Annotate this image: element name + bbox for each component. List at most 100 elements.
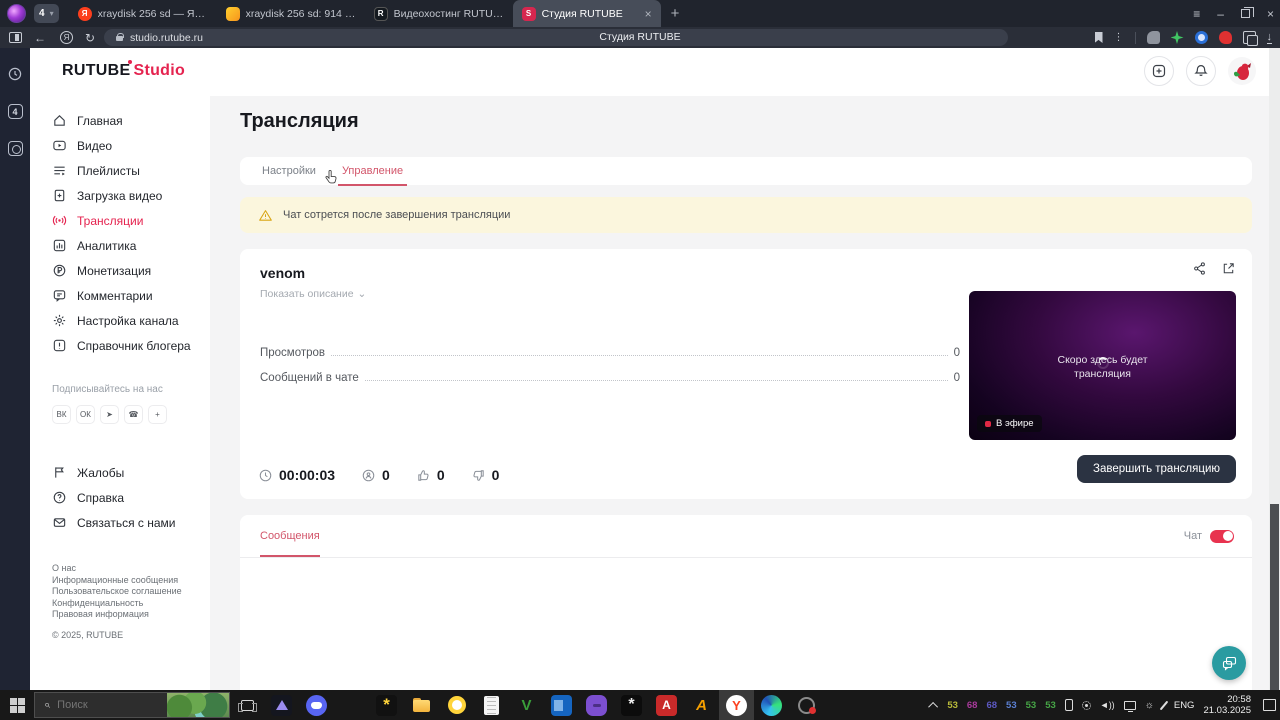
search-box-image[interactable]	[167, 693, 229, 717]
side-panel-icon[interactable]	[9, 32, 22, 43]
app-blue-window[interactable]	[544, 690, 579, 720]
browser-tab-1[interactable]: Я xraydisk 256 sd — Яндекс	[69, 0, 217, 27]
footer-link[interactable]: Конфиденциальность	[52, 598, 210, 609]
app-notepad[interactable]	[474, 690, 509, 720]
create-button[interactable]	[1144, 56, 1174, 86]
more-social-icon[interactable]: +	[148, 405, 167, 424]
tab-messages[interactable]: Сообщения	[260, 515, 320, 557]
notifications-button[interactable]	[1186, 56, 1216, 86]
minimize-icon[interactable]: –	[1217, 7, 1224, 21]
tab-close-icon[interactable]: ×	[645, 7, 652, 21]
browser-menu-icon[interactable]: ≡	[1193, 7, 1200, 21]
app-green-tiles[interactable]	[334, 690, 369, 720]
browser-tab-3[interactable]: R Видеохостинг RUTUBE. О	[365, 0, 513, 27]
ok-icon[interactable]: ОК	[76, 405, 95, 424]
app-recorder[interactable]	[789, 690, 824, 720]
chat-toggle[interactable]	[1210, 529, 1234, 543]
restore-icon[interactable]	[1240, 7, 1254, 18]
sidebar-item-upload[interactable]: Загрузка видео	[52, 183, 210, 208]
back-icon[interactable]: ←	[34, 31, 46, 45]
sidebar-item-contact[interactable]: Связаться с нами	[52, 510, 210, 535]
scrollbar-thumb[interactable]	[1270, 504, 1279, 690]
refresh-icon[interactable]: ↻	[85, 31, 95, 45]
taskbar-search[interactable]: ⌕	[34, 692, 230, 718]
app-file-explorer[interactable]	[404, 690, 439, 720]
app-red-a[interactable]: A	[649, 690, 684, 720]
sidebar-item-analytics[interactable]: Аналитика	[52, 233, 210, 258]
support-chat-fab[interactable]	[1212, 646, 1246, 680]
footer-link[interactable]: О нас	[52, 563, 210, 574]
app-edge[interactable]	[754, 690, 789, 720]
sidebar-item-playlists[interactable]: Плейлисты	[52, 158, 210, 183]
tab-control[interactable]: Управление	[337, 165, 408, 186]
sidebar-item-home[interactable]: Главная	[52, 108, 210, 133]
extension-star-icon[interactable]	[1170, 31, 1184, 44]
bookmark-icon[interactable]	[1094, 32, 1103, 43]
sidebar-item-blogger-guide[interactable]: Справочник блогера	[52, 333, 210, 358]
page-scrollbar[interactable]	[1269, 48, 1280, 690]
app-sun[interactable]: *	[369, 690, 404, 720]
taskbar-clock[interactable]: 20:58 21.03.2025	[1203, 694, 1251, 716]
sidebar-item-broadcasts[interactable]: Трансляции	[52, 208, 210, 233]
tab-groups-icon[interactable]: 4	[7, 104, 23, 119]
app-spider[interactable]: *	[614, 690, 649, 720]
share-icon[interactable]	[1192, 261, 1207, 276]
sun-tray-icon[interactable]: ☼	[1145, 700, 1154, 711]
footer-link[interactable]: Информационные сообщения	[52, 575, 210, 586]
devices-icon[interactable]	[7, 141, 23, 156]
language-indicator[interactable]: ENG	[1174, 700, 1195, 711]
pen-tray-icon[interactable]	[1159, 700, 1169, 710]
rutube-studio-logo[interactable]: RUTUBE Studio	[62, 62, 185, 80]
stream-dislikes[interactable]: 0	[471, 467, 499, 483]
stream-likes[interactable]: 0	[416, 467, 445, 483]
sidebar-item-complaints[interactable]: Жалобы	[52, 460, 210, 485]
browser-tab-active[interactable]: S Студия RUTUBE ×	[512, 0, 661, 27]
new-tab-button[interactable]: +	[671, 5, 680, 22]
extension-blue-icon[interactable]	[1194, 31, 1208, 44]
app-yandex-browser[interactable]: Y	[719, 690, 754, 720]
dotted-leader	[364, 380, 948, 381]
end-broadcast-button[interactable]: Завершить трансляцию	[1077, 455, 1236, 483]
sidebar-item-help[interactable]: Справка	[52, 485, 210, 510]
vk-icon[interactable]: ВК	[52, 405, 71, 424]
app-discord[interactable]	[299, 690, 334, 720]
tray-expand-icon[interactable]	[928, 701, 939, 712]
extension-puzzle-icon[interactable]	[1146, 31, 1160, 44]
app-gamepad[interactable]	[579, 690, 614, 720]
sidebar-item-channel-settings[interactable]: Настройка канала	[52, 308, 210, 333]
tab-counter[interactable]: 4 ▾	[34, 4, 59, 23]
yandex-services-icon[interactable]: Я	[60, 31, 73, 44]
speaker-icon[interactable]: ◄))	[1100, 700, 1115, 710]
brightness-tray-icon[interactable]	[1081, 700, 1091, 710]
extension-tabs-icon[interactable]	[1242, 31, 1258, 46]
sidebar-item-monetization[interactable]: Монетизация	[52, 258, 210, 283]
start-button[interactable]	[0, 690, 34, 720]
display-tray-icon[interactable]	[1123, 700, 1136, 712]
footer-link[interactable]: Пользовательское соглашение	[52, 586, 210, 597]
app-v-green[interactable]: V	[509, 690, 544, 720]
sidebar-item-video[interactable]: Видео	[52, 133, 210, 158]
url-bar[interactable]: studio.rutube.ru	[104, 29, 1008, 46]
tab-settings[interactable]: Настройки	[262, 165, 316, 186]
close-window-icon[interactable]: ×	[1267, 7, 1274, 21]
extension-red-icon[interactable]	[1218, 31, 1232, 44]
app-orange-a[interactable]: A	[684, 690, 719, 720]
download-icon[interactable]: ↓	[1266, 31, 1272, 44]
history-icon[interactable]	[7, 66, 23, 82]
open-external-icon[interactable]	[1221, 261, 1236, 276]
stream-preview[interactable]: Скоро здесь будет трансляция В эфире	[969, 291, 1236, 440]
app-yellow-ring[interactable]	[439, 690, 474, 720]
browser-tab-2[interactable]: xraydisk 256 sd: 914 изоб	[217, 0, 365, 27]
search-input[interactable]	[57, 699, 148, 711]
footer-link[interactable]: Правовая информация	[52, 609, 210, 620]
viber-icon[interactable]: ☎	[124, 405, 143, 424]
sidebar-item-comments[interactable]: Комментарии	[52, 283, 210, 308]
task-view-button[interactable]	[230, 699, 264, 712]
user-avatar[interactable]	[1228, 57, 1256, 85]
phone-tray-icon[interactable]	[1064, 699, 1073, 711]
browser-profile-avatar[interactable]	[7, 4, 26, 23]
action-center-icon[interactable]	[1263, 699, 1276, 711]
app-dark-triangle[interactable]	[264, 690, 299, 720]
telegram-icon[interactable]: ➤	[100, 405, 119, 424]
more-icon[interactable]: ⋮	[1114, 32, 1124, 43]
